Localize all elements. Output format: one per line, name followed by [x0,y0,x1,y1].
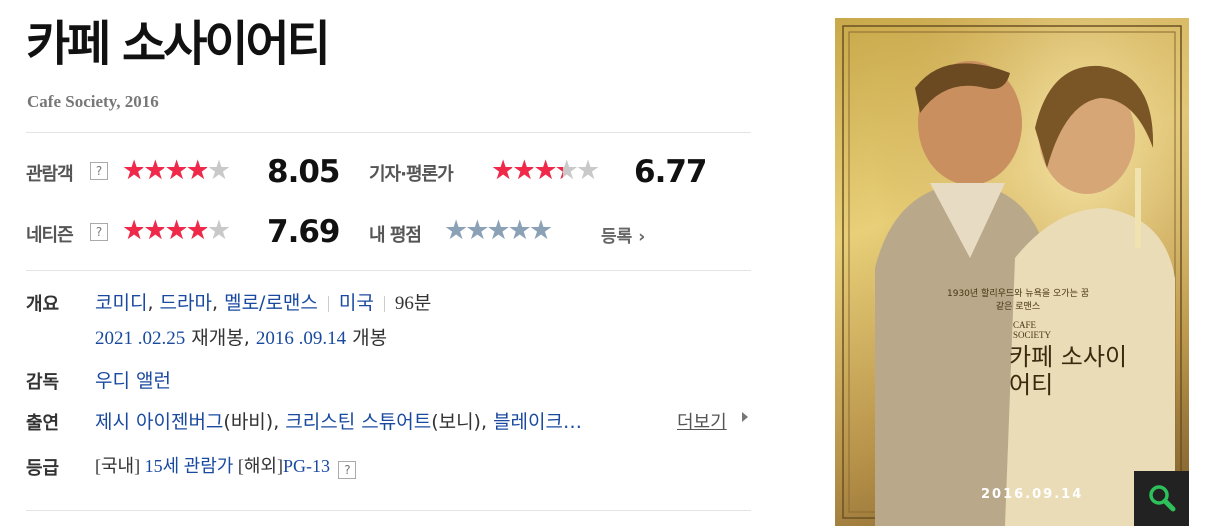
poster-tagline: 1930년 할리우드와 뉴욕을 오가는 꿈 같은 로맨스 [947,289,1089,312]
director-link[interactable]: 우디 앨런 [95,370,171,392]
poster-small-title: CAFE SOCIETY [1013,320,1051,340]
star-icon: ★★ [554,155,579,186]
movie-poster[interactable]: 1930년 할리우드와 뉴욕을 오가는 꿈 같은 로맨스 CAFE SOCIET… [835,18,1189,526]
chevron-right-icon: › [638,227,646,247]
star-icon: ★ [206,155,231,186]
star-icon: ★★ [533,155,557,186]
poster-date: 2016.09.14 [981,487,1084,502]
grade-domestic-prefix: [국내] [95,456,141,476]
grade-help-icon[interactable]: ? [338,461,357,479]
register-label: 등록 [601,227,633,247]
rerelease-date-link[interactable]: 2021 .02.25 [95,328,185,349]
separator [383,295,385,312]
director-row: 우디 앨런 [95,366,171,393]
grade-overseas-prefix: [해외] [237,456,283,476]
netizen-help-icon[interactable]: ? [90,223,108,241]
poster-title: 카페 소사이어티 [1009,343,1128,399]
cast-label: 출연 [26,413,60,434]
genre-link[interactable]: 코미디 [95,292,147,314]
register-rating-link[interactable]: 등록 › [601,222,645,247]
cast-role: (보니) [431,411,481,433]
poster-artwork [835,18,1189,526]
divider [26,132,751,133]
star-icon: ★★ [143,155,167,186]
star-icon: ★★ [512,155,536,186]
rerelease-text: 재개봉 [191,327,244,349]
grade-domestic-link[interactable]: 15세 관람가 [145,456,234,476]
release-row: 2021 .02.25 재개봉, 2016 .09.14 개봉 [95,327,388,349]
critic-rating-label: 기자·평론가 [369,164,454,185]
cast-link[interactable]: 블레이크… [493,411,582,433]
star-icon: ★★ [185,215,210,246]
overview-row: 코미디, 드라마, 멜로/로맨스 미국 96분 [95,292,432,314]
audience-help-icon[interactable]: ? [90,162,108,180]
star-icon: ★ [206,215,231,246]
my-rating-label: 내 평점 [369,225,422,246]
release-text: 개봉 [352,327,388,349]
runtime: 96분 [394,293,432,314]
release-date-link[interactable]: 2016 .09.14 [256,328,346,349]
cast-link[interactable]: 크리스틴 스튜어트 [285,411,431,433]
movie-title: 카페 소사이어티 [26,16,331,72]
triangle-right-icon [742,412,748,422]
genre-link[interactable]: 드라마 [160,292,212,314]
genre-link[interactable]: 멜로/로맨스 [224,292,318,314]
netizen-score: 7.69 [267,214,340,250]
grade-row: [국내] 15세 관람가 [해외]PG-13 ? [95,452,357,479]
country-link[interactable]: 미국 [339,292,374,314]
critic-score: 6.77 [634,154,707,190]
movie-subtitle: Cafe Society, 2016 [27,92,159,111]
magnifier-icon [1149,485,1176,512]
grade-overseas-link[interactable]: PG-13 [283,456,330,476]
cast-row: 제시 아이젠버그(바비), 크리스틴 스튜어트(보니), 블레이크… [95,411,582,433]
divider [26,510,751,511]
more-cast-link[interactable]: 더보기 [677,408,727,434]
overview-label: 개요 [26,294,60,315]
separator [327,295,329,312]
director-label: 감독 [26,372,60,393]
star-icon: ★★ [491,155,515,186]
audience-rating-label: 관람객 [26,164,74,185]
star-icon: ★★ [143,215,167,246]
netizen-rating-label: 네티즌 [26,225,74,246]
more-label: 더보기 [677,412,727,433]
star-icon: ★★ [164,215,188,246]
cast-role: (바비) [223,411,274,433]
netizen-stars: ★ ★ ★ ★ ★ ★ ★ ★ ★ [122,215,231,246]
audience-score: 8.05 [267,154,340,190]
divider [26,270,751,271]
cast-link[interactable]: 제시 아이젠버그 [95,411,223,433]
audience-stars: ★ ★ ★ ★ ★ ★ ★ ★ ★ [122,155,231,186]
star-icon: ★★ [122,155,146,186]
zoom-button[interactable] [1134,471,1189,526]
critic-stars: ★★★★★★★★★ [491,155,600,186]
star-icon: ★★ [122,215,146,246]
star-icon: ★★ [185,155,210,186]
star-icon: ★ [575,155,600,186]
my-rating-stars[interactable]: ★★★★★ [444,216,553,246]
star-icon: ★★ [164,155,188,186]
grade-label: 등급 [26,458,60,479]
